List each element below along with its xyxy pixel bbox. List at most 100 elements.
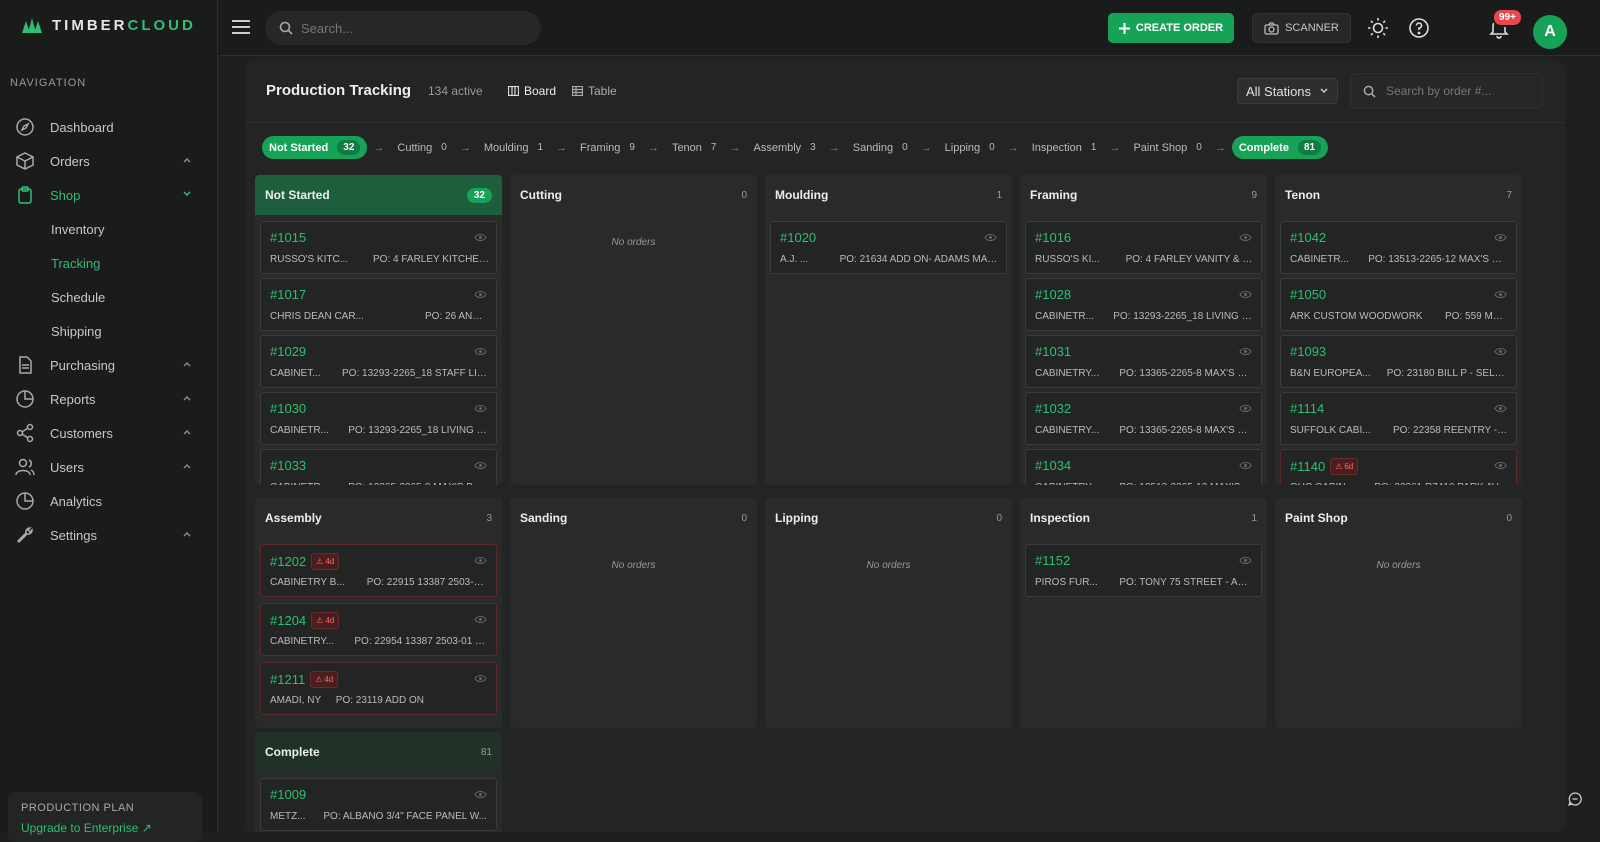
eye-icon[interactable] <box>474 674 487 683</box>
eye-icon[interactable] <box>474 404 487 413</box>
sidebar-subitem-inventory[interactable]: Inventory <box>0 212 218 246</box>
upgrade-link[interactable]: Upgrade to Enterprise ↗ <box>21 821 189 835</box>
sun-icon[interactable] <box>1367 17 1389 39</box>
eye-icon[interactable] <box>1494 233 1507 242</box>
eye-icon[interactable] <box>1494 461 1507 470</box>
eye-icon[interactable] <box>1494 347 1507 356</box>
warning-icon: ⚠ <box>1335 462 1343 471</box>
sidebar-item-shop[interactable]: Shop <box>0 178 218 212</box>
order-po: PO: ALBANO 3/4" FACE PANEL W... <box>323 811 487 822</box>
eye-icon[interactable] <box>474 556 487 565</box>
eye-icon[interactable] <box>1239 290 1252 299</box>
order-id: #1204 <box>270 613 307 628</box>
sidebar-subitem-schedule[interactable]: Schedule <box>0 280 218 314</box>
eye-icon[interactable] <box>474 615 487 624</box>
eye-icon[interactable] <box>1239 461 1252 470</box>
eye-icon[interactable] <box>984 233 997 242</box>
stage-assembly[interactable]: Assembly 3 <box>746 136 822 159</box>
eye-icon[interactable] <box>1494 404 1507 413</box>
sidebar-item-reports[interactable]: Reports <box>0 382 218 416</box>
late-days: 4d <box>325 616 335 625</box>
eye-icon[interactable] <box>474 790 487 799</box>
tab-board[interactable]: Board <box>508 84 556 98</box>
order-card[interactable]: #1017 CHRIS DEAN CAR... PO: 26 ANDREW MAPL… <box>260 278 497 331</box>
eye-icon[interactable] <box>1239 233 1252 242</box>
order-search[interactable]: Search by order #... <box>1350 73 1543 109</box>
eye-icon[interactable] <box>1494 290 1507 299</box>
order-card[interactable]: #1031 CABINETRY... PO: 13365-2265-8 MAX'S … <box>1025 335 1262 388</box>
production-plan-card: PRODUCTION PLAN Upgrade to Enterprise ↗ <box>8 792 202 842</box>
eye-icon[interactable] <box>474 233 487 242</box>
order-card[interactable]: #1009 METZ... PO: ALBANO 3/4" FACE PANEL W… <box>260 778 497 831</box>
eye-icon[interactable] <box>474 347 487 356</box>
stage-not-started[interactable]: Not Started 32 <box>262 136 368 159</box>
column-complete: Complete 81 #1009 METZ... PO: ALBANO 3/4" FA… <box>255 732 502 832</box>
eye-icon[interactable] <box>1239 404 1252 413</box>
stage-lipping[interactable]: Lipping 0 <box>938 136 1002 159</box>
order-id: #1093 <box>1290 344 1327 359</box>
order-card[interactable]: #1211 ⚠ 4d AMADI, NY PO: 23119 ADD ON <box>260 662 497 715</box>
sidebar-item-dashboard[interactable]: Dashboard <box>0 110 218 144</box>
order-card[interactable]: #1152 PIROS FUR... PO: TONY 75 STREET - AP… <box>1025 544 1262 597</box>
scanner-button[interactable]: SCANNER <box>1252 13 1351 43</box>
app-logo[interactable]: TIMBERCLOUD <box>20 16 196 34</box>
column-header: Cutting 0 <box>510 175 757 215</box>
sidebar-subitem-tracking[interactable]: Tracking <box>0 246 218 280</box>
stage-paint-shop[interactable]: Paint Shop 0 <box>1126 136 1208 159</box>
order-card[interactable]: #1029 CABINET... PO: 13293-2265_18 STAFF L… <box>260 335 497 388</box>
chat-icon[interactable] <box>1568 792 1582 806</box>
order-card[interactable]: #1114 SUFFOLK CABI... PO: 22358 REENTRY - … <box>1280 392 1517 445</box>
sidebar-item-users[interactable]: Users <box>0 450 218 484</box>
sidebar-item-settings[interactable]: Settings <box>0 518 218 552</box>
order-id: #1017 <box>270 287 307 302</box>
order-search-input[interactable]: Search by order #... <box>1386 84 1491 98</box>
stage-pipeline: Not Started 32 → Cutting 0 → Moulding 1 → Framing… <box>262 136 1329 159</box>
sidebar-item-customers[interactable]: Customers <box>0 416 218 450</box>
sidebar-subitem-shipping[interactable]: Shipping <box>0 314 218 348</box>
order-card[interactable]: #1042 CABINETR... PO: 13513-2265-12 MAX'S … <box>1280 221 1517 274</box>
station-filter-select[interactable]: All Stations <box>1237 78 1338 104</box>
order-card[interactable]: #1050 ARK CUSTOM WOODWORK PO: 559 MOULD <box>1280 278 1517 331</box>
table-icon <box>572 86 583 96</box>
arrow-right-icon: → <box>647 141 659 154</box>
order-card[interactable]: #1015 RUSSO'S KITC... PO: 4 FARLEY KITCHEN… <box>260 221 497 274</box>
stage-cutting[interactable]: Cutting 0 <box>390 136 453 159</box>
warning-icon: ⚠ <box>316 616 324 625</box>
sidebar-item-analytics[interactable]: Analytics <box>0 484 218 518</box>
stage-tenon[interactable]: Tenon 7 <box>665 136 724 159</box>
stage-moulding[interactable]: Moulding 1 <box>477 136 550 159</box>
order-po: PO: 22915 13387 2503-01 KI... <box>366 577 489 588</box>
order-id-row: #1034 <box>1035 458 1071 473</box>
stage-complete[interactable]: Complete 81 <box>1231 136 1329 159</box>
help-icon[interactable] <box>1408 17 1430 39</box>
eye-icon[interactable] <box>1239 556 1252 565</box>
order-card[interactable]: #1028 CABINETR... PO: 13293-2265_18 LIVING… <box>1025 278 1262 331</box>
stage-framing[interactable]: Framing 9 <box>573 136 642 159</box>
column-cards: #1020 A.J. ... PO: 21634 ADD ON- ADAMS MAP… <box>765 215 1012 485</box>
avatar[interactable]: A <box>1533 15 1567 49</box>
global-search-input[interactable]: Search... <box>301 21 353 36</box>
order-card[interactable]: #1016 RUSSO'S KI... PO: 4 FARLEY VANITY & … <box>1025 221 1262 274</box>
eye-icon[interactable] <box>474 290 487 299</box>
sidebar-item-orders[interactable]: Orders <box>0 144 218 178</box>
hamburger-menu-icon[interactable] <box>232 20 250 34</box>
sidebar-item-purchasing[interactable]: Purchasing <box>0 348 218 382</box>
order-card[interactable]: #1034 CABINETRY... PO: 13513-2265-12 MAX'S… <box>1025 449 1262 485</box>
order-card[interactable]: #1140 ⚠6d OHC CABIN... PO: 23261 R7410 PARK… <box>1280 449 1517 485</box>
column-cards: #1016 RUSSO'S KI... PO: 4 FARLEY VANITY & … <box>1020 215 1267 485</box>
global-search[interactable]: Search... <box>265 11 541 45</box>
order-card[interactable]: #1093 B&N EUROPEA... PO: 23180 BILL P - SE… <box>1280 335 1517 388</box>
tab-table[interactable]: Table <box>572 84 617 98</box>
column-title: Sanding <box>520 511 568 525</box>
order-card[interactable]: #1032 CABINETRY... PO: 13365-2265-8 MAX'S … <box>1025 392 1262 445</box>
stage-inspection[interactable]: Inspection 1 <box>1025 136 1104 159</box>
order-card[interactable]: #1202 ⚠ 4d CABINETRY B... PO: 22915 13387 25… <box>260 544 497 597</box>
eye-icon[interactable] <box>1239 347 1252 356</box>
order-card[interactable]: #1020 A.J. ... PO: 21634 ADD ON- ADAMS MAP… <box>770 221 1007 274</box>
create-order-button[interactable]: CREATE ORDER <box>1108 13 1234 43</box>
stage-sanding[interactable]: Sanding 0 <box>846 136 915 159</box>
order-card[interactable]: #1204 ⚠ 4d CABINETRY... PO: 22954 13387 2503… <box>260 603 497 656</box>
eye-icon[interactable] <box>474 461 487 470</box>
order-card[interactable]: #1030 CABINETR... PO: 13293-2265_18 LIVING… <box>260 392 497 445</box>
order-card[interactable]: #1033 CABINETR... PO: 13365-2265-8 MAX'S B… <box>260 449 497 485</box>
